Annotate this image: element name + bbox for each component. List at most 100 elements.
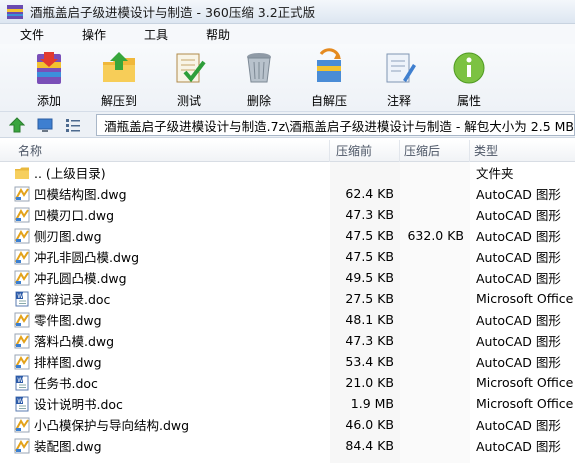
desktop-button[interactable]: [34, 114, 56, 136]
svg-text:W: W: [17, 293, 23, 300]
file-type: AutoCAD 图形: [476, 187, 561, 202]
file-name-cell: W 任务书.doc: [0, 373, 330, 392]
file-type: AutoCAD 图形: [476, 439, 561, 454]
packed-size: 47.5 KB: [345, 249, 394, 264]
packed-size: 21.0 KB: [345, 375, 394, 390]
test-icon: [176, 53, 206, 83]
file-type: AutoCAD 图形: [476, 313, 561, 328]
dwg-file-icon: [14, 249, 30, 264]
file-name: 小凸模保护与导向结构.dwg: [34, 418, 190, 433]
dwg-file-icon: [14, 228, 30, 243]
file-name: 零件图.dwg: [34, 313, 102, 328]
file-type: AutoCAD 图形: [476, 334, 561, 349]
file-row[interactable]: 凹模结构图.dwg 62.4 KB AutoCAD 图形: [0, 183, 575, 204]
file-name: 落料凸模.dwg: [34, 334, 115, 349]
self-extract-button[interactable]: 自解压: [294, 44, 364, 110]
menu-tools[interactable]: 工具: [138, 25, 174, 44]
properties-button[interactable]: 属性: [434, 44, 504, 110]
column-type[interactable]: 类型: [470, 140, 575, 162]
dwg-file-icon: [14, 186, 30, 201]
file-row[interactable]: 凹模刃口.dwg 47.3 KB AutoCAD 图形: [0, 204, 575, 225]
doc-file-icon: W: [15, 291, 29, 306]
packed-size: 49.5 KB: [345, 270, 394, 285]
file-name-cell: 零件图.dwg: [0, 310, 330, 329]
file-row[interactable]: 装配图.dwg 84.4 KB AutoCAD 图形: [0, 435, 575, 456]
up-button[interactable]: [6, 114, 28, 136]
file-row[interactable]: 零件图.dwg 48.1 KB AutoCAD 图形: [0, 309, 575, 330]
menu-help[interactable]: 帮助: [200, 25, 236, 44]
packed-size: 47.3 KB: [345, 333, 394, 348]
file-name-cell: 冲孔圆凸模.dwg: [0, 268, 330, 287]
packed-size: 47.3 KB: [345, 207, 394, 222]
packed-size: 47.5 KB: [345, 228, 394, 243]
file-name-cell: 排样图.dwg: [0, 352, 330, 371]
file-name: 答辩记录.doc: [34, 292, 111, 307]
file-name-cell: 落料凸模.dwg: [0, 331, 330, 350]
comment-button[interactable]: 注释: [364, 44, 434, 110]
file-row[interactable]: 侧刃图.dwg 47.5 KB 632.0 KB AutoCAD 图形: [0, 225, 575, 246]
toolbar: 添加 解压到 测试 删除 自解压 注释 属性: [0, 44, 575, 112]
file-list: .. (上级目录) 文件夹 凹模结构图.dwg 62.4 KB AutoCAD 图形 凹模…: [0, 162, 575, 463]
file-row[interactable]: 排样图.dwg 53.4 KB AutoCAD 图形: [0, 351, 575, 372]
window-title: 酒瓶盖启子级进模设计与制造 - 360压缩 3.2正式版: [30, 5, 316, 20]
column-packed-size[interactable]: 压缩前: [330, 139, 400, 162]
self-extract-icon: [317, 48, 341, 82]
file-name: .. (上级目录): [34, 166, 106, 181]
file-name-cell: 冲孔非圆凸模.dwg: [0, 247, 330, 266]
add-button[interactable]: 添加: [14, 44, 84, 110]
title-bar: 酒瓶盖启子级进模设计与制造 - 360压缩 3.2正式版: [0, 0, 575, 24]
dwg-file-icon: [14, 438, 30, 453]
add-archive-icon: [37, 52, 61, 84]
file-name-cell: 侧刃图.dwg: [0, 226, 330, 245]
test-button[interactable]: 测试: [154, 44, 224, 110]
dwg-file-icon: [14, 312, 30, 327]
file-name: 冲孔圆凸模.dwg: [34, 271, 127, 286]
file-name-cell: 小凸模保护与导向结构.dwg: [0, 415, 330, 434]
file-name: 冲孔非圆凸模.dwg: [34, 250, 140, 265]
file-name-cell: 装配图.dwg: [0, 436, 330, 455]
column-compressed-size[interactable]: 压缩后: [400, 139, 470, 162]
svg-text:W: W: [17, 377, 23, 384]
column-name[interactable]: 名称: [0, 139, 330, 162]
dwg-file-icon: [14, 354, 30, 369]
menu-actions[interactable]: 操作: [76, 25, 112, 44]
doc-file-icon: W: [15, 375, 29, 390]
file-name-cell: 凹模结构图.dwg: [0, 184, 330, 203]
menu-bar: 文件 操作 工具 帮助: [0, 24, 575, 44]
file-row[interactable]: .. (上级目录) 文件夹: [0, 162, 575, 183]
dwg-file-icon: [14, 417, 30, 432]
file-row[interactable]: W 任务书.doc 21.0 KB Microsoft Office ...: [0, 372, 575, 393]
file-name: 任务书.doc: [34, 376, 98, 391]
comment-icon: [386, 53, 416, 83]
file-name: 设计说明书.doc: [34, 397, 123, 412]
menu-file[interactable]: 文件: [14, 25, 50, 44]
file-name: 凹模结构图.dwg: [34, 187, 127, 202]
packed-size: 27.5 KB: [345, 291, 394, 306]
extract-to-button[interactable]: 解压到: [84, 44, 154, 110]
file-row[interactable]: 冲孔圆凸模.dwg 49.5 KB AutoCAD 图形: [0, 267, 575, 288]
delete-button[interactable]: 删除: [224, 44, 294, 110]
address-bar: 酒瓶盖启子级进模设计与制造.7z\酒瓶盖启子级进模设计与制造 - 解包大小为 2…: [0, 112, 575, 138]
dwg-file-icon: [14, 270, 30, 285]
file-row[interactable]: W 答辩记录.doc 27.5 KB Microsoft Office ...: [0, 288, 575, 309]
file-row[interactable]: 冲孔非圆凸模.dwg 47.5 KB AutoCAD 图形: [0, 246, 575, 267]
list-view-icon: [66, 118, 80, 132]
file-name: 侧刃图.dwg: [34, 229, 102, 244]
file-type: AutoCAD 图形: [476, 418, 561, 433]
svg-text:W: W: [17, 398, 23, 405]
address-field[interactable]: 酒瓶盖启子级进模设计与制造.7z\酒瓶盖启子级进模设计与制造 - 解包大小为 2…: [96, 114, 575, 136]
packed-size: 48.1 KB: [345, 312, 394, 327]
packed-size: 62.4 KB: [345, 186, 394, 201]
packed-size: 1.9 MB: [350, 396, 394, 411]
file-name: 装配图.dwg: [34, 439, 102, 454]
doc-file-icon: W: [15, 396, 29, 411]
properties-icon: [453, 52, 485, 84]
desktop-icon: [37, 118, 53, 132]
file-row[interactable]: W 设计说明书.doc 1.9 MB Microsoft Office ...: [0, 393, 575, 414]
file-row[interactable]: 落料凸模.dwg 47.3 KB AutoCAD 图形: [0, 330, 575, 351]
file-type: AutoCAD 图形: [476, 250, 561, 265]
file-row[interactable]: 小凸模保护与导向结构.dwg 46.0 KB AutoCAD 图形: [0, 414, 575, 435]
view-mode-button[interactable]: [62, 114, 84, 136]
file-type: 文件夹: [476, 166, 514, 181]
file-name-cell: .. (上级目录): [0, 163, 330, 182]
